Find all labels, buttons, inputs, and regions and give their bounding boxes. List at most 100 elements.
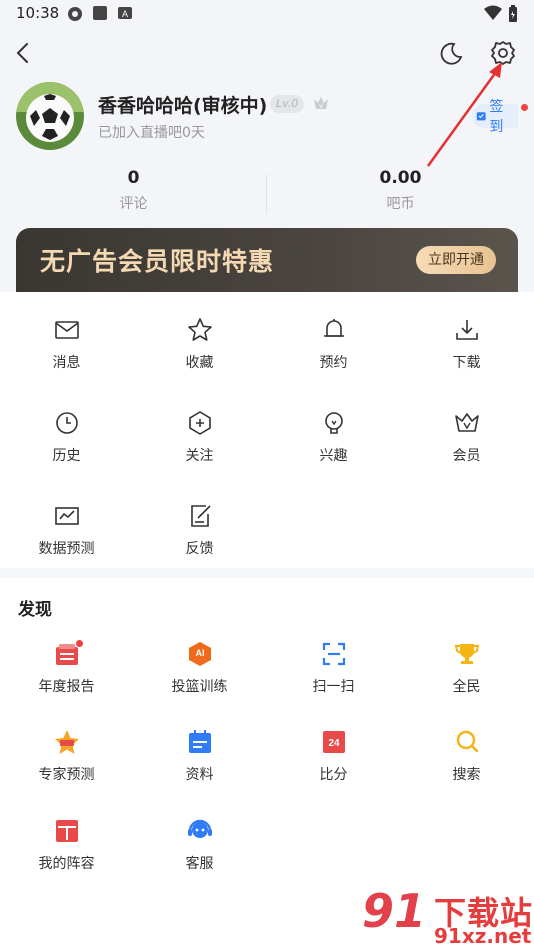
menu-item-interests[interactable]: 兴趣: [267, 409, 400, 465]
feedback-icon: [190, 505, 211, 527]
menu-label: 消息: [52, 355, 81, 371]
svg-text:24: 24: [328, 738, 340, 749]
discover-item-materials[interactable]: 资料: [133, 728, 266, 784]
main-menu-grid: 消息 收藏 预约 下载 历史 关注 兴趣 会员 数据预测 反馈: [0, 292, 534, 568]
svg-text:AI: AI: [195, 648, 204, 658]
report-red-dot: [76, 640, 83, 647]
discover-item-shooting-training[interactable]: AI 投篮训练: [133, 640, 266, 696]
menu-label: 兴趣: [319, 448, 348, 464]
download-icon: [455, 320, 478, 340]
discover-item-customer-service[interactable]: 客服: [133, 817, 266, 873]
user-profile: 香香哈哈哈(审核中) Lv.0 V 已加入直播吧0天 签到: [16, 82, 528, 152]
menu-label: 收藏: [185, 355, 214, 371]
checkin-icon: [476, 112, 486, 121]
soccer-ball-avatar-icon: [16, 82, 84, 150]
menu-item-membership[interactable]: 会员: [400, 409, 533, 465]
discover-label: 年度报告: [38, 679, 95, 695]
discover-label: 客服: [185, 856, 214, 872]
trophy-icon: [454, 644, 479, 664]
avatar[interactable]: [16, 82, 84, 150]
battery-icon: [509, 5, 517, 22]
menu-item-history[interactable]: 历史: [0, 409, 133, 465]
notification-a-icon: A: [118, 7, 132, 19]
score-icon: 24: [322, 731, 345, 753]
menu-label: 数据预测: [38, 541, 95, 557]
vip-crown-icon: V: [314, 97, 328, 110]
menu-label: 反馈: [185, 541, 214, 557]
level-badge: Lv.0: [270, 95, 305, 113]
discover-item-all-people[interactable]: 全民: [400, 640, 533, 696]
support-icon: [187, 819, 212, 838]
banner-title: 无广告会员限时特惠: [40, 247, 275, 276]
expert-star-icon: [54, 730, 79, 754]
stat-label: 吧币: [386, 196, 415, 212]
stat-label: 评论: [119, 196, 148, 212]
status-time: 10:38: [16, 4, 60, 22]
stat-coins[interactable]: 0.00 吧币: [267, 168, 534, 213]
discover-label: 比分: [319, 767, 348, 783]
status-bar: 10:38 A: [0, 0, 534, 28]
section-divider: [0, 568, 534, 578]
menu-label: 下载: [452, 355, 481, 371]
menu-label: 预约: [319, 355, 348, 371]
search-icon: [456, 730, 478, 753]
discover-item-annual-report[interactable]: 年度报告: [0, 640, 133, 696]
menu-item-following[interactable]: 关注: [133, 409, 266, 465]
svg-text:A: A: [122, 9, 128, 19]
menu-item-downloads[interactable]: 下载: [400, 316, 533, 372]
sync-icon: [68, 7, 82, 21]
menu-label: 历史: [52, 448, 81, 464]
discover-label: 搜索: [452, 767, 481, 783]
join-days: 已加入直播吧0天: [98, 125, 205, 141]
wifi-icon: [484, 5, 502, 20]
discover-item-scan[interactable]: 扫一扫: [267, 640, 400, 696]
username: 香香哈哈哈(审核中): [98, 95, 268, 117]
menu-item-feedback[interactable]: 反馈: [133, 502, 266, 558]
mail-icon: [54, 321, 79, 339]
menu-item-reservations[interactable]: 预约: [267, 316, 400, 372]
discover-label: 资料: [185, 767, 214, 783]
discover-title: 发现: [18, 600, 52, 620]
watermark-number: 91: [362, 884, 427, 938]
moon-icon[interactable]: [436, 38, 466, 68]
scan-icon: [322, 642, 345, 666]
star-icon: [187, 318, 212, 341]
menu-item-favorites[interactable]: 收藏: [133, 316, 266, 372]
menu-label: 会员: [452, 448, 481, 464]
discover-label: 我的阵容: [38, 856, 95, 872]
stat-value: 0.00: [379, 168, 422, 188]
watermark-site: 91xz.net: [434, 924, 532, 948]
discover-label: 全民: [452, 679, 481, 695]
top-nav: [0, 30, 534, 76]
app-icon: [93, 6, 107, 20]
profile-header: 10:38 A 香香哈哈哈(审核中) Lv.0 V 已加入直播吧0天 签到 0 …: [0, 0, 534, 292]
checkin-red-dot: [521, 104, 528, 111]
discover-label: 投篮训练: [171, 679, 228, 695]
menu-item-messages[interactable]: 消息: [0, 316, 133, 372]
stat-value: 0: [127, 168, 140, 188]
lineup-icon: [55, 820, 78, 842]
menu-label: 关注: [185, 448, 214, 464]
discover-item-search[interactable]: 搜索: [400, 728, 533, 784]
svg-text:V: V: [319, 104, 323, 110]
checkin-label: 签到: [489, 99, 504, 135]
calendar-icon: [188, 730, 211, 753]
discover-item-my-lineup[interactable]: 我的阵容: [0, 817, 133, 873]
crown-icon: [454, 413, 479, 432]
clock-icon: [55, 412, 78, 434]
stat-comments[interactable]: 0 评论: [0, 168, 267, 213]
plus-hexagon-icon: [188, 411, 211, 435]
discover-item-expert-prediction[interactable]: 专家预测: [0, 728, 133, 784]
menu-item-data-prediction[interactable]: 数据预测: [0, 502, 133, 558]
bulb-icon: [324, 412, 343, 434]
checkin-button[interactable]: 签到: [472, 99, 518, 135]
vip-promo-banner[interactable]: 无广告会员限时特惠 立即开通: [16, 228, 518, 292]
stats-row: 0 评论 0.00 吧币: [0, 168, 534, 220]
back-icon[interactable]: [8, 38, 38, 68]
discover-label: 扫一扫: [312, 679, 355, 695]
activate-now-button[interactable]: 立即开通: [416, 246, 496, 274]
discover-item-scores[interactable]: 24 比分: [267, 728, 400, 784]
discover-grid: 年度报告 AI 投篮训练 扫一扫 全民 专家预测 资料 24 比分 搜索 我的阵…: [0, 640, 534, 890]
ai-shoot-icon: AI: [188, 642, 211, 666]
gear-icon[interactable]: [488, 38, 518, 68]
